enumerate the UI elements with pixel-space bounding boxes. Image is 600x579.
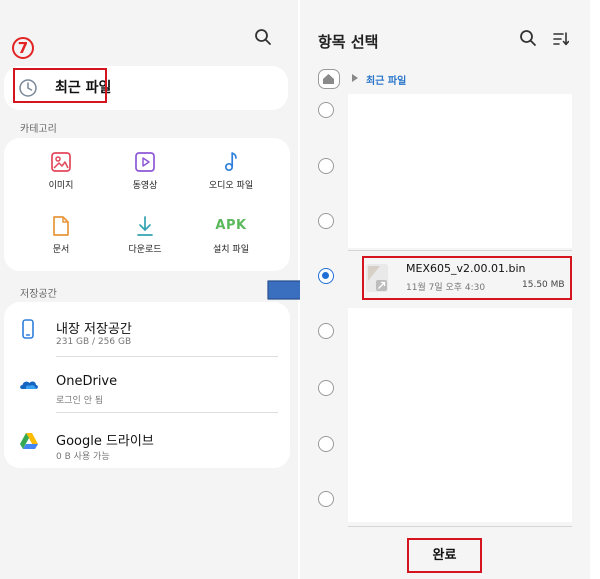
category-label: 오디오 파일 <box>208 181 254 191</box>
divider <box>56 412 278 413</box>
categories-card: 이미지 동영상 오디오 파일 문서 다운로드 APK 설치 파일 <box>4 138 290 271</box>
category-label: 설치 파일 <box>213 245 249 255</box>
house-icon <box>323 74 334 84</box>
item-picker-panel: 항목 선택 최근 파일 MEX605_v2.00.01.bin 11월 7일 오 <box>300 0 590 579</box>
onedrive-icon <box>20 381 38 389</box>
storage-onedrive[interactable]: OneDrive 로그인 안 됨 <box>4 362 290 410</box>
category-installers[interactable]: APK 설치 파일 <box>196 214 266 255</box>
select-radio[interactable] <box>318 213 334 229</box>
hidden-rows-block <box>348 94 572 248</box>
phone-icon <box>22 319 34 339</box>
select-radio-checked[interactable] <box>318 268 334 284</box>
storage-detail: 0 B 사용 가능 <box>56 452 110 462</box>
category-videos[interactable]: 동영상 <box>110 150 180 191</box>
document-icon <box>53 216 69 236</box>
file-date: 11월 7일 오후 4:30 <box>406 283 486 293</box>
file-browser-panel: 7 최근 파일 카테고리 이미지 동영상 오디오 파일 문서 다운로드 APK … <box>0 0 298 579</box>
storage-name: Google 드라이브 <box>56 434 154 449</box>
image-icon <box>51 152 71 172</box>
category-label: 동영상 <box>132 181 158 191</box>
video-icon <box>135 152 155 172</box>
category-label: 이미지 <box>48 181 74 191</box>
sort-icon[interactable] <box>553 31 569 47</box>
breadcrumb[interactable]: 최근 파일 <box>366 72 406 87</box>
divider <box>56 356 278 357</box>
storage-detail: 231 GB / 256 GB <box>56 337 132 347</box>
search-icon[interactable] <box>519 29 537 47</box>
done-button-highlight <box>407 538 482 573</box>
hidden-rows-block <box>348 308 572 522</box>
page-title: 항목 선택 <box>318 33 379 51</box>
download-icon <box>137 216 153 236</box>
storage-google-drive[interactable]: Google 드라이브 0 B 사용 가능 <box>4 418 290 466</box>
file-icon <box>366 264 388 292</box>
breadcrumb-separator-icon <box>352 74 358 82</box>
category-label: 문서 <box>52 245 70 255</box>
google-drive-icon <box>20 433 38 449</box>
home-icon[interactable] <box>318 69 340 89</box>
step-number-badge: 7 <box>12 37 34 59</box>
apk-icon: APK <box>215 218 247 233</box>
divider <box>348 250 572 251</box>
select-radio[interactable] <box>318 158 334 174</box>
category-downloads[interactable]: 다운로드 <box>110 214 180 255</box>
file-size: 15.50 MB <box>522 280 565 290</box>
file-name[interactable]: MEX605_v2.00.01.bin <box>406 262 525 275</box>
storage-heading: 저장공간 <box>20 289 57 300</box>
select-radio[interactable] <box>318 436 334 452</box>
storage-name: 내장 저장공간 <box>56 322 132 337</box>
category-audio[interactable]: 오디오 파일 <box>196 150 266 191</box>
category-images[interactable]: 이미지 <box>26 150 96 191</box>
search-icon[interactable] <box>254 28 272 46</box>
storage-detail: 로그인 안 됨 <box>56 396 104 406</box>
select-radio[interactable] <box>318 102 334 118</box>
divider <box>348 526 572 527</box>
select-radio[interactable] <box>318 323 334 339</box>
category-documents[interactable]: 문서 <box>26 214 96 255</box>
categories-heading: 카테고리 <box>20 124 57 135</box>
storage-name: OneDrive <box>56 374 118 389</box>
select-radio[interactable] <box>318 491 334 507</box>
recent-files-highlight <box>13 68 107 103</box>
storage-card: 내장 저장공간 231 GB / 256 GB OneDrive 로그인 안 됨… <box>4 302 290 468</box>
select-radio[interactable] <box>318 380 334 396</box>
category-label: 다운로드 <box>128 245 162 255</box>
storage-internal[interactable]: 내장 저장공간 231 GB / 256 GB <box>4 306 290 354</box>
music-icon <box>224 152 237 172</box>
